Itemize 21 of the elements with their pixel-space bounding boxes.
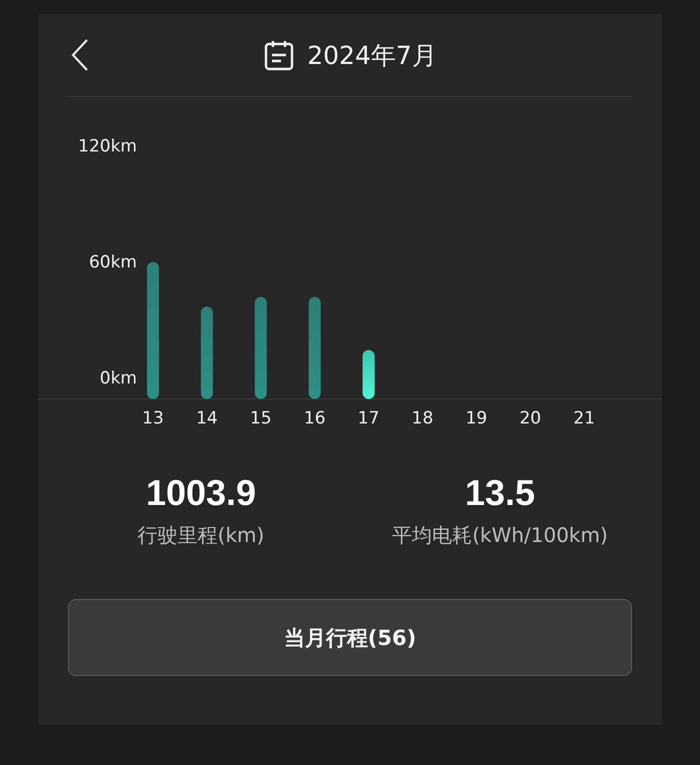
back-icon[interactable] — [70, 38, 90, 72]
y-axis-label: 60km — [88, 252, 137, 273]
month-title: 2024年7月 — [307, 40, 437, 72]
mileage-bar[interactable] — [362, 350, 375, 399]
stat-label: 行驶里程(km) — [138, 522, 264, 549]
x-axis-label: 16 — [304, 408, 326, 429]
x-axis-label: 19 — [466, 408, 488, 429]
x-axis-label: 17 — [358, 408, 380, 429]
x-axis-label: 13 — [142, 408, 164, 429]
stat-value: 1003.9 — [146, 472, 256, 514]
x-axis-label: 18 — [412, 408, 434, 429]
calendar-icon[interactable] — [263, 39, 296, 71]
x-axis-label: 20 — [519, 408, 542, 429]
monthly-trips-button[interactable]: 当月行程(56) — [68, 599, 632, 676]
y-axis-label: 0km — [100, 368, 137, 389]
x-axis-label: 14 — [196, 408, 218, 429]
x-axis-label: 21 — [573, 408, 596, 429]
stat-value: 13.5 — [464, 472, 536, 514]
stat-label: 平均电耗(kWh/100km) — [392, 522, 608, 549]
x-axis-label: 15 — [250, 408, 272, 429]
y-axis-label: 120km — [78, 136, 137, 157]
